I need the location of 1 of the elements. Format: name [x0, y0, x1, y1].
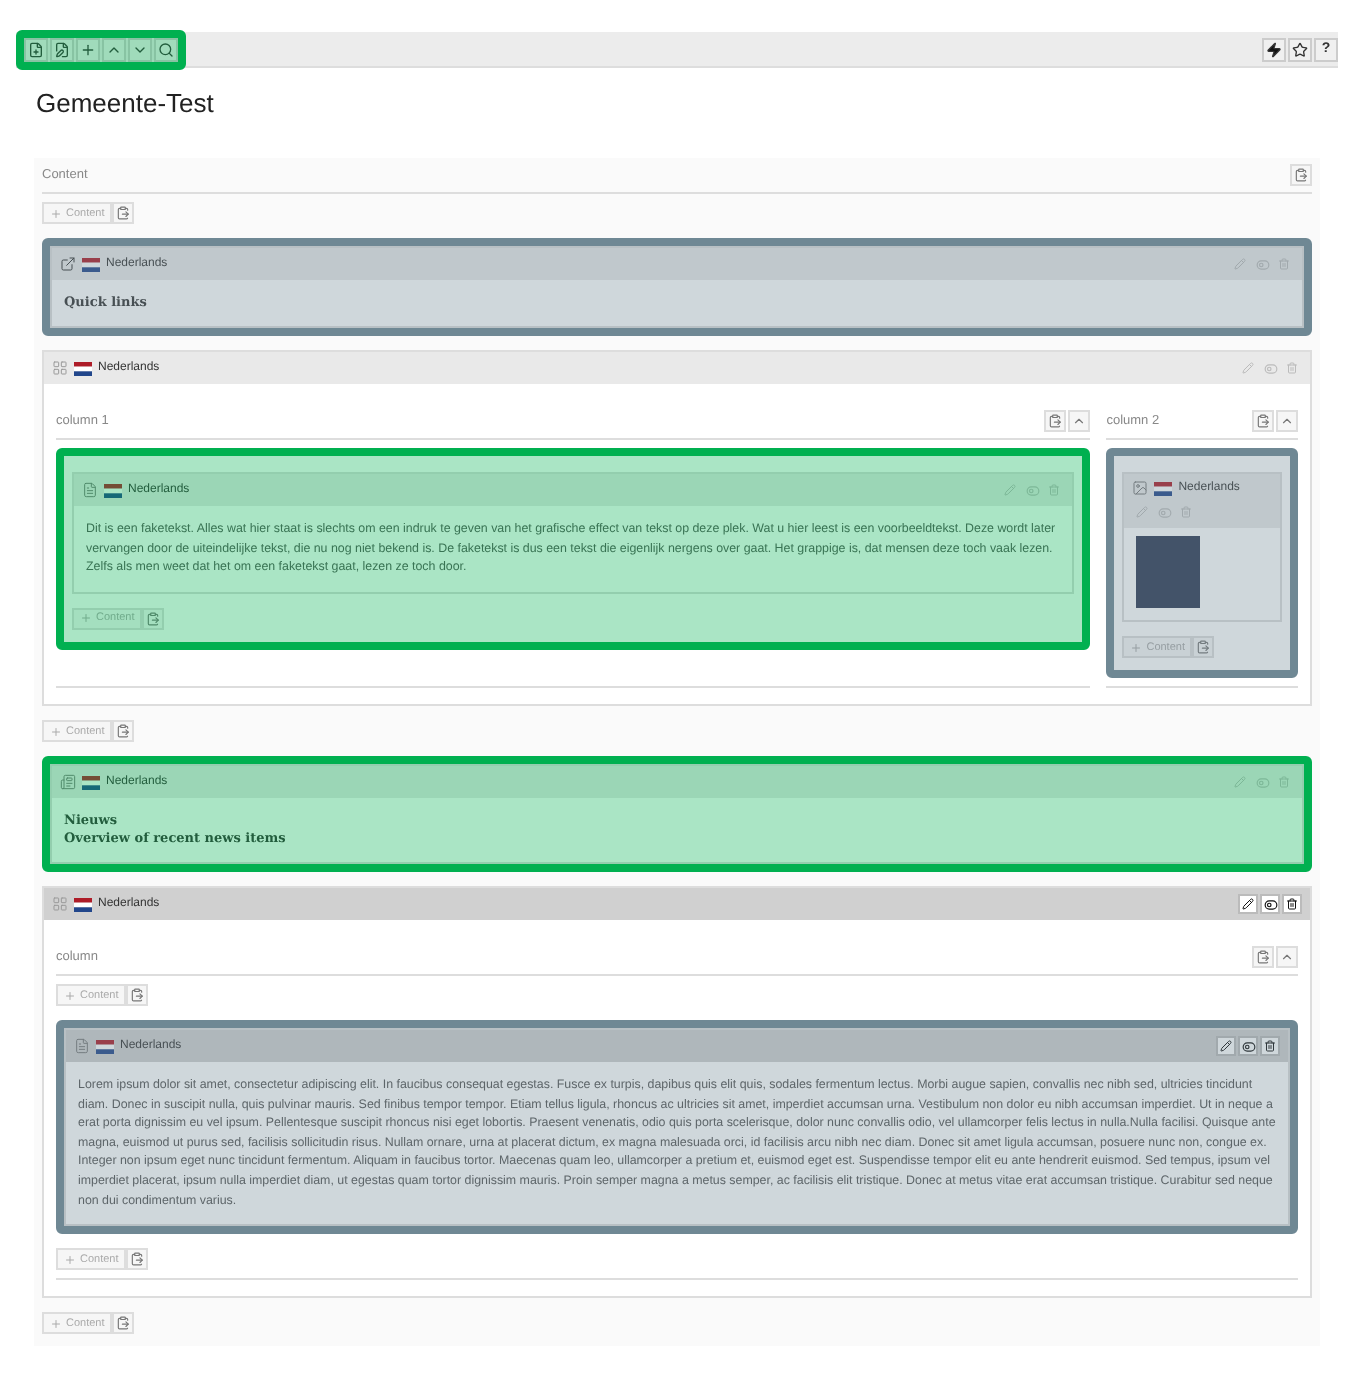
page-title: Gemeente-Test [36, 88, 216, 118]
